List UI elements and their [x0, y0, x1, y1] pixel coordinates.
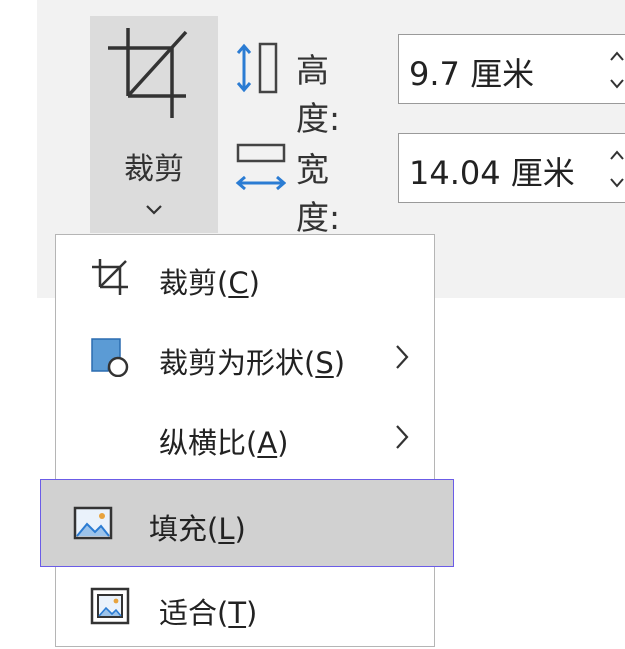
- width-label: 宽度:: [296, 150, 341, 237]
- menu-item-crop[interactable]: 裁剪(C): [56, 237, 434, 317]
- chevron-down-icon[interactable]: [90, 204, 218, 216]
- height-value: 9.7 厘米: [409, 55, 535, 93]
- height-spinner[interactable]: [606, 43, 625, 97]
- fill-picture-icon: [73, 506, 113, 540]
- crop-icon: [108, 28, 188, 118]
- menu-item-aspect-ratio[interactable]: 纵横比(A): [56, 397, 434, 477]
- crop-icon: [92, 259, 128, 295]
- menu-item-label: 纵横比(A): [159, 426, 289, 460]
- crop-split-button[interactable]: 裁剪: [90, 16, 218, 233]
- height-label: 高度:: [296, 51, 341, 138]
- width-input[interactable]: 14.04 厘米: [398, 133, 625, 203]
- menu-item-fit[interactable]: 适合(T): [56, 567, 434, 647]
- height-icon: [236, 42, 278, 94]
- menu-item-label: 填充(L): [149, 512, 246, 546]
- chevron-right-icon: [396, 345, 409, 369]
- crop-to-shape-icon: [91, 338, 129, 377]
- menu-item-label: 适合(T): [159, 596, 258, 630]
- width-icon: [235, 143, 286, 191]
- crop-dropdown-menu: 裁剪(C) 裁剪为形状(S) 纵横比(A) 填充(L) 适合(T): [40, 234, 454, 647]
- menu-item-label: 裁剪为形状(S): [159, 346, 346, 380]
- width-value: 14.04 厘米: [409, 154, 575, 192]
- fit-picture-icon: [90, 587, 130, 625]
- chevron-right-icon: [396, 425, 409, 449]
- menu-item-crop-to-shape[interactable]: 裁剪为形状(S): [56, 317, 434, 397]
- menu-item-fill[interactable]: 填充(L): [40, 479, 454, 567]
- width-spinner[interactable]: [606, 142, 625, 196]
- height-input[interactable]: 9.7 厘米: [398, 34, 625, 104]
- menu-item-label: 裁剪(C): [159, 266, 260, 300]
- crop-button-label: 裁剪: [124, 152, 184, 187]
